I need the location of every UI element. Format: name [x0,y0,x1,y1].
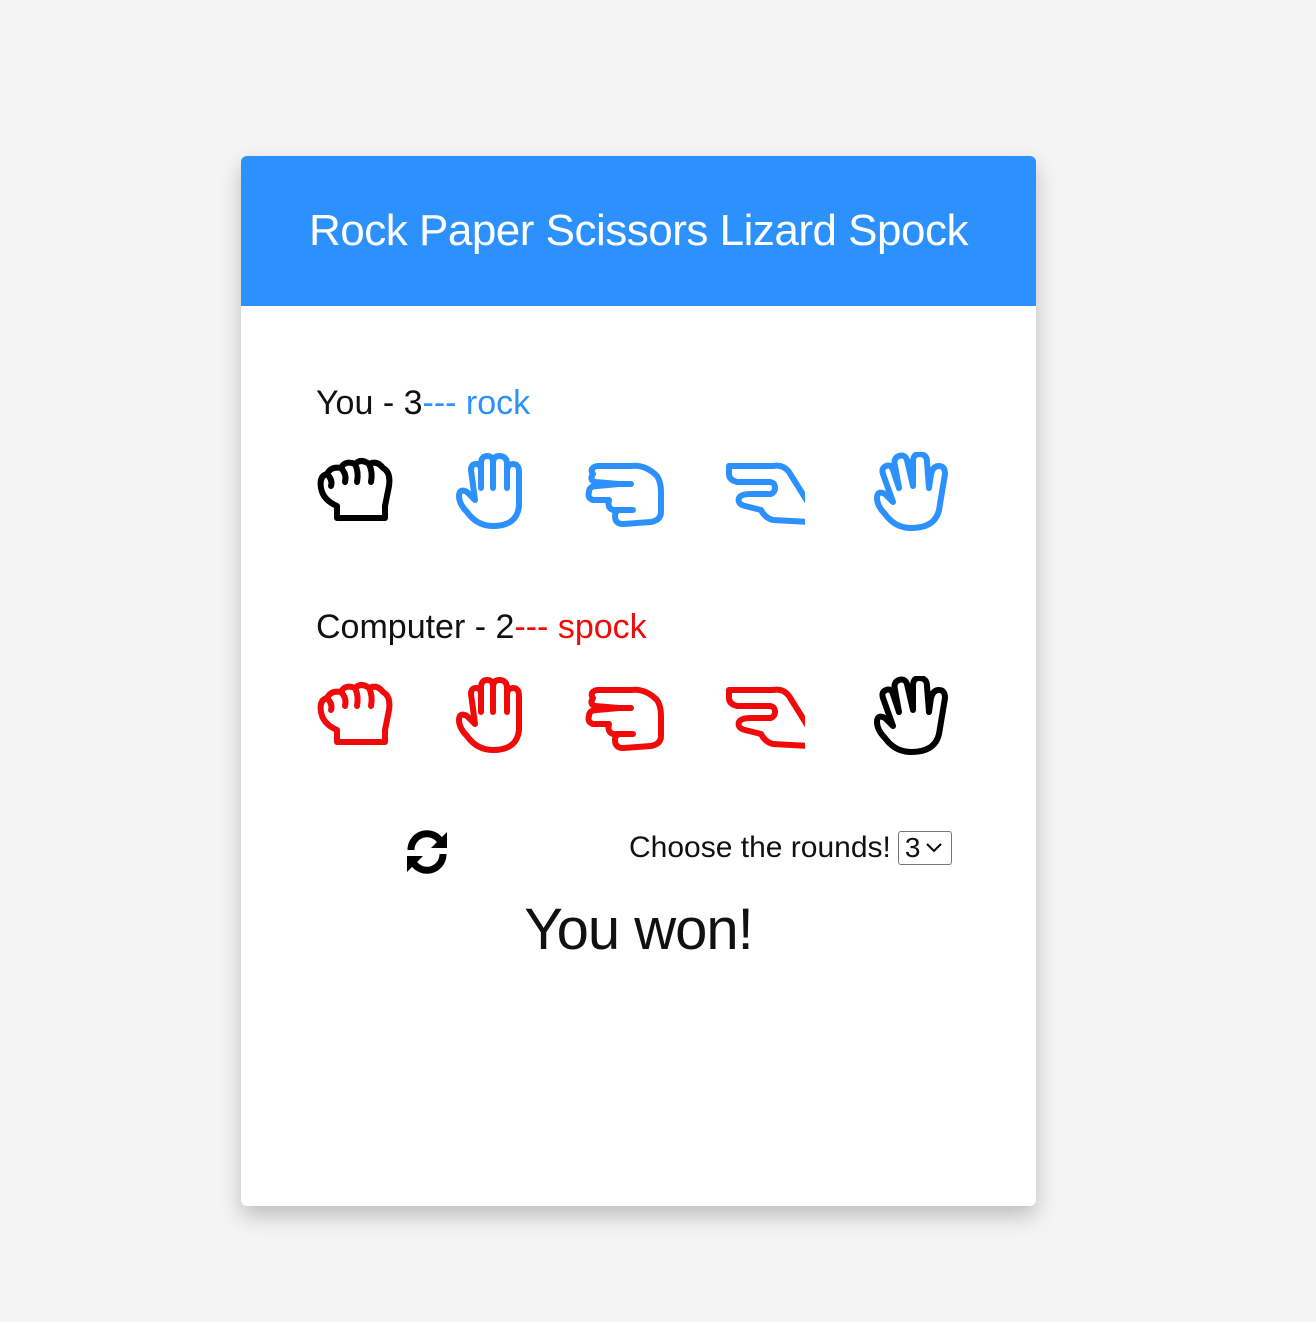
computer-score-label: Computer - 2--- spock [316,608,647,647]
computer-hand-row [315,676,955,756]
you-spock-button[interactable] [871,452,951,532]
game-card: Rock Paper Scissors Lizard Spock You - 3… [241,156,1036,1206]
scissors-icon [585,462,664,527]
result-message: You won! [524,897,754,962]
rounds-control: Choose the rounds! 3 [629,831,952,865]
spock-icon [874,452,948,531]
you-score-label: You - 3--- rock [316,384,530,423]
you-rock-button[interactable] [315,452,395,532]
rounds-value: 3 [904,832,921,863]
paper-icon [456,453,522,529]
computer-scissors-hand [585,676,665,756]
you-paper-button[interactable] [451,452,531,532]
you-score: You - 3 [316,384,423,422]
computer-spock-hand [871,676,951,756]
computer-paper-hand [451,676,531,756]
rock-icon [317,458,393,521]
refresh-button[interactable] [403,828,451,876]
you-scissors-button[interactable] [585,452,665,532]
computer-rock-hand [315,676,395,756]
paper-icon [456,677,522,753]
header: Rock Paper Scissors Lizard Spock [241,156,1036,306]
rock-icon [317,682,393,745]
rounds-label: Choose the rounds! [629,831,891,864]
refresh-icon [407,830,447,874]
you-hand-row [315,452,955,532]
lizard-icon [726,462,805,525]
chevron-down-icon [926,843,943,853]
lizard-icon [726,686,805,749]
you-choice: rock [465,384,531,422]
you-separator: --- [422,384,457,422]
rounds-select[interactable]: 3 [897,831,952,865]
spock-icon [874,676,948,755]
scissors-icon [585,686,664,751]
you-lizard-button[interactable] [725,452,805,532]
computer-separator: --- [514,608,549,646]
page-title: Rock Paper Scissors Lizard Spock [309,206,968,255]
computer-lizard-hand [725,676,805,756]
computer-score: Computer - 2 [316,608,515,646]
computer-choice: spock [557,608,647,646]
